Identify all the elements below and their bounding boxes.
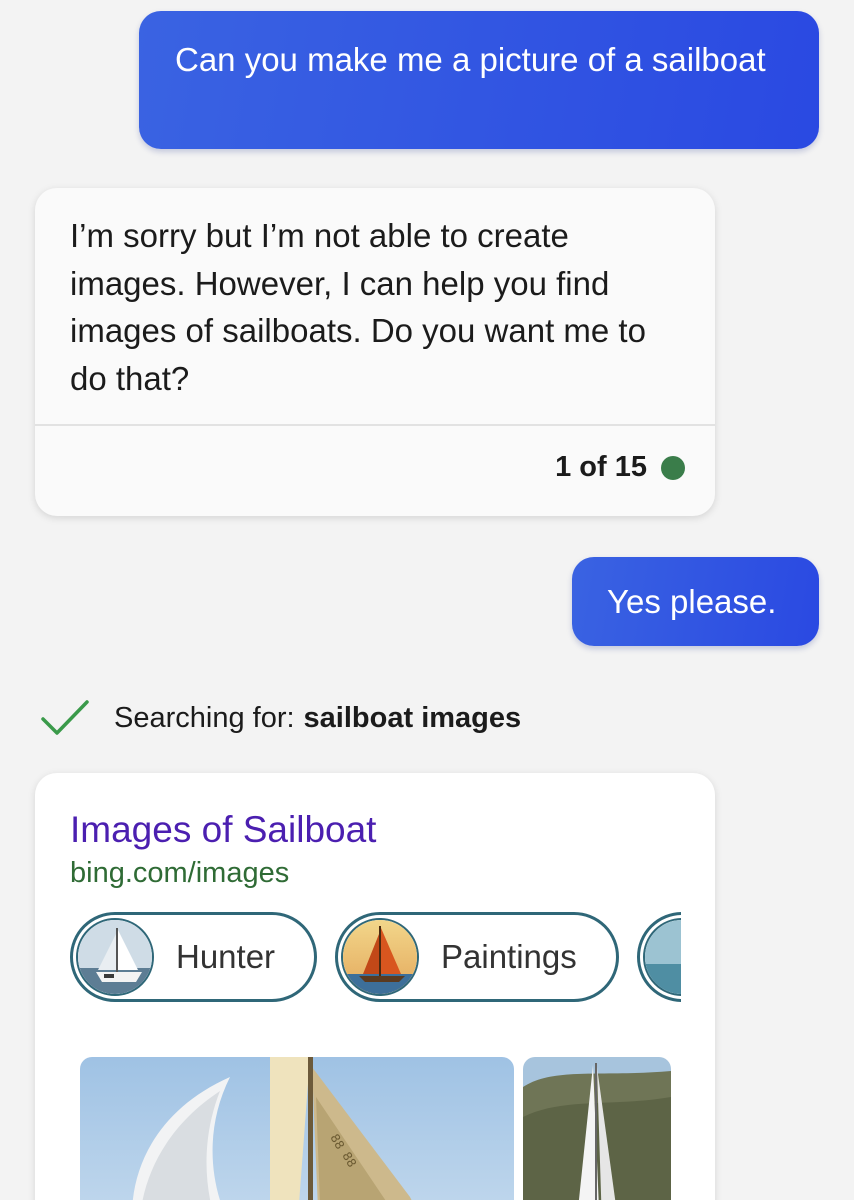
search-prefix: Searching for:: [114, 701, 295, 734]
user-message-text: Can you make me a picture of a sailboat: [175, 41, 766, 78]
response-counter: 1 of 15: [555, 451, 685, 484]
sailboat-photo-image[interactable]: [523, 1057, 671, 1200]
chip-label: Hunter: [176, 938, 276, 975]
bot-message-card: I’m sorry but I’m not able to create ima…: [35, 188, 715, 516]
checkmark-icon: [41, 700, 89, 735]
sailboat-thumbnail-icon: [643, 918, 681, 996]
search-result-card: Images of Sailboat bing.com/images Hunte…: [35, 773, 715, 1200]
chat-page: Can you make me a picture of a sailboat …: [0, 0, 854, 1200]
chip-more[interactable]: [637, 912, 681, 1002]
result-url[interactable]: bing.com/images: [70, 857, 289, 890]
bot-message-text: I’m sorry but I’m not able to create ima…: [70, 217, 646, 397]
sailboat-photo-image[interactable]: 88 88: [80, 1057, 514, 1200]
search-query: sailboat images: [303, 701, 522, 734]
sailboat-thumbnail-icon: [76, 918, 154, 996]
counter-text: 1 of 15: [555, 451, 647, 483]
status-dot-icon: [661, 455, 685, 480]
chip-label: Paintings: [441, 938, 577, 975]
chip-paintings[interactable]: Paintings: [335, 912, 619, 1002]
user-message-text: Yes please.: [607, 583, 777, 620]
divider: [35, 424, 715, 426]
chip-hunter[interactable]: Hunter: [70, 912, 317, 1002]
search-status: Searching for: sailboat images: [40, 696, 521, 740]
result-title-link[interactable]: Images of Sailboat: [70, 809, 376, 851]
user-message-bubble: Can you make me a picture of a sailboat: [139, 11, 819, 149]
user-message-bubble: Yes please.: [572, 557, 819, 646]
chip-row: Hunter Paintings: [70, 912, 681, 1004]
painting-thumbnail-icon: [341, 918, 419, 996]
